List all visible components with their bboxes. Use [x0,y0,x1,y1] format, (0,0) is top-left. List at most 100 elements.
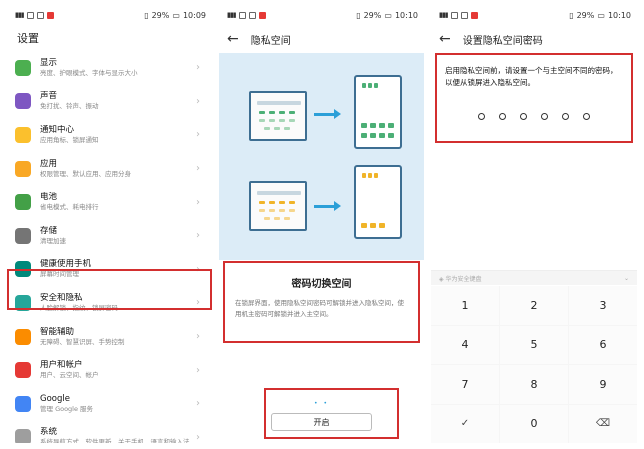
settings-item-title: 应用 [40,158,58,169]
app-notification-icon [258,11,266,19]
chevron-right-icon: › [196,163,200,175]
status-time: 10:09 [182,10,206,20]
battery-icon: ▭ [172,10,180,20]
notification-icon [460,11,468,19]
signal-icon: ▮▮▮ [227,11,237,19]
page-title: 设置隐私空间密码 [462,35,543,47]
settings-item-title: 通知中心 [40,124,75,135]
settings-item-subtitle: 管理 Google 服务 [40,404,94,413]
status-bar: ▮▮▮ ▯ 29% ▭ 10:10 [431,5,637,25]
user-icon [15,362,31,379]
arrow-right-icon [314,109,341,119]
digit-key[interactable]: 4 [431,325,499,364]
digit-key[interactable]: 7 [431,365,499,404]
digit-key[interactable]: 2 [500,286,568,325]
page-title: 设置 [17,32,39,45]
battery-percent: 29% [151,10,170,20]
password-prompt: 启用隐私空间前，请设置一个与主空间不同的密码，以便从锁屏进入隐私空间。 [435,53,633,143]
enable-button[interactable]: 开启 [271,413,372,431]
settings-item-subtitle: 屏幕时间管理 [40,270,79,279]
digit-key[interactable]: 6 [569,325,637,364]
chevron-right-icon: › [196,196,200,208]
battery-percent: 29% [363,10,382,20]
notification-icon [26,11,34,19]
apps-icon [15,160,31,177]
hourglass-icon [15,261,31,278]
chevron-right-icon: › [196,431,200,443]
back-arrow-icon[interactable]: ← [439,32,451,46]
chevron-right-icon: › [196,263,200,275]
settings-item[interactable]: 显示 亮度、护眼模式、字体与显示大小 › [7,51,212,85]
digit-key[interactable]: 3 [569,286,637,325]
status-bar: ▮▮▮ ▯ 29% ▭ 10:10 [219,5,424,25]
pin-dot [478,113,485,120]
status-bar: ▮▮▮ ▯ 29% ▭ 10:09 [7,5,212,25]
pin-indicator [445,113,623,120]
top-bar: ← 设置隐私空间密码 [431,25,637,53]
notification-icon [238,11,246,19]
chevron-right-icon: › [196,297,200,309]
signal-icon: ▮▮▮ [15,11,25,19]
settings-item[interactable]: 用户和帐户 用户、云空间、帐户 › [7,353,212,387]
chevron-right-icon: › [196,62,200,74]
settings-item-title: Google [40,393,70,404]
confirm-key[interactable]: ✓ [431,404,499,443]
private-space-screen: ▮▮▮ ▯ 29% ▭ 10:10 ← 隐私空间 密码切换空间 在锁屏界面，使用… [219,5,424,443]
storage-icon [15,227,31,244]
battery-icon [15,194,31,211]
prompt-message: 启用隐私空间前，请设置一个与主空间不同的密码，以便从锁屏进入隐私空间。 [445,66,618,87]
settings-item-title: 健康使用手机 [40,259,92,270]
display-icon [15,59,31,76]
digit-key[interactable]: 8 [500,365,568,404]
settings-item[interactable]: 安全和隐私 人脸解锁、指纹、锁屏密码 › [7,286,212,320]
settings-item-title: 声音 [40,91,58,102]
settings-item[interactable]: 电池 省电模式、耗电排行 › [7,185,212,219]
settings-item[interactable]: 存储 清理加速 › [7,219,212,253]
vibrate-icon: ▯ [356,10,361,20]
notification-icon [36,11,44,19]
settings-item-title: 安全和隐私 [40,292,83,303]
settings-item[interactable]: 系统 系统导航方式、软件更新、关于手机、语言和输入法 › [7,421,212,443]
settings-item-subtitle: 清理加速 [40,236,66,245]
system-icon [15,429,31,443]
assist-icon [15,328,31,345]
illustration [219,53,424,260]
settings-item-title: 存储 [40,225,58,236]
page-title: 隐私空间 [250,35,291,47]
digit-key[interactable]: 0 [500,404,568,443]
pin-dot [499,113,506,120]
bell-icon [15,126,31,143]
digit-key[interactable]: 5 [500,325,568,364]
pin-dot [562,113,569,120]
chevron-right-icon: › [196,398,200,410]
app-notification-icon [470,11,478,19]
settings-screen: ▮▮▮ ▯ 29% ▭ 10:09 设置 显示 亮度、护眼模式、字体与显示大小 › 声… [7,5,212,443]
backspace-key[interactable]: ⌫ [569,404,637,443]
digit-key[interactable]: 9 [569,365,637,404]
digit-key[interactable]: 1 [431,286,499,325]
settings-item-title: 智能辅助 [40,326,75,337]
sound-icon [15,93,31,110]
set-password-screen: ▮▮▮ ▯ 29% ▭ 10:10 ← 设置隐私空间密码 启用隐私空间前，请设置… [431,5,637,443]
status-time: 10:10 [607,10,631,20]
settings-item[interactable]: 应用 权限管理、默认应用、应用分身 › [7,152,212,186]
arrow-right-icon [314,201,341,211]
signal-icon: ▮▮▮ [439,11,449,19]
keyboard-label: 华为安全键盘 [445,275,482,283]
settings-item-subtitle: 免打扰、铃声、振动 [40,102,99,111]
settings-item[interactable]: 健康使用手机 屏幕时间管理 › [7,253,212,287]
keyboard-header: ◈ 华为安全键盘 ⌄ [431,270,637,285]
settings-item[interactable]: 智能辅助 无障碍、智慧识屏、手势控制 › [7,320,212,354]
chevron-down-icon[interactable]: ⌄ [624,275,629,282]
chevron-right-icon: › [196,331,200,343]
settings-item[interactable]: Google 管理 Google 服务 › [7,387,212,421]
back-arrow-icon[interactable]: ← [227,32,239,46]
settings-item-subtitle: 亮度、护眼模式、字体与显示大小 [40,68,138,77]
notification-icon [450,11,458,19]
settings-item[interactable]: 声音 免打扰、铃声、振动 › [7,85,212,119]
feature-title: 密码切换空间 [291,279,352,290]
settings-item[interactable]: 通知中心 应用角标、锁屏通知 › [7,118,212,152]
notification-icon [248,11,256,19]
settings-item-subtitle: 应用角标、锁屏通知 [40,135,99,144]
battery-icon: ▭ [384,10,392,20]
